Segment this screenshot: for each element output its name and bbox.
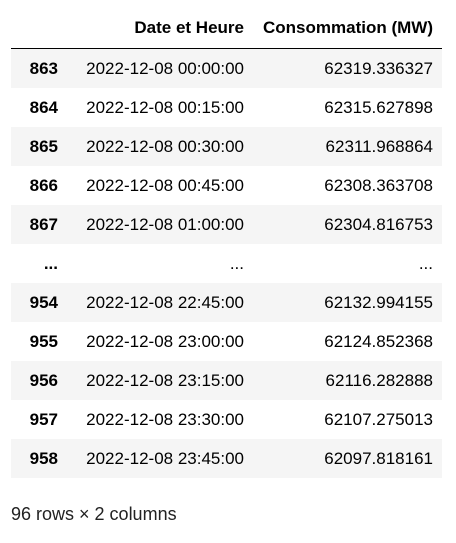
- table-row: 864 2022-12-08 00:15:00 62315.627898: [11, 88, 442, 127]
- cell-date: 2022-12-08 23:15:00: [86, 370, 244, 390]
- header-row: Date et Heure Consommation (MW): [11, 8, 442, 49]
- cell-date: 2022-12-08 00:00:00: [86, 58, 244, 78]
- table-row: 957 2022-12-08 23:30:00 62107.275013: [11, 400, 442, 439]
- table-row: 956 2022-12-08 23:15:00 62116.282888: [11, 361, 442, 400]
- cell-consumption: 62315.627898: [324, 97, 433, 117]
- row-index: 954: [29, 292, 58, 312]
- table-row: 866 2022-12-08 00:45:00 62308.363708: [11, 166, 442, 205]
- table-header: Date et Heure Consommation (MW): [11, 8, 442, 49]
- cell-consumption: 62124.852368: [324, 331, 433, 351]
- table-row-ellipsis: ... ... ...: [11, 244, 442, 283]
- cell-consumption: 62132.994155: [324, 292, 433, 312]
- row-index: 866: [29, 175, 58, 195]
- cell-consumption: 62107.275013: [324, 409, 433, 429]
- table-row: 955 2022-12-08 23:00:00 62124.852368: [11, 322, 442, 361]
- cell-date: 2022-12-08 00:45:00: [86, 175, 244, 195]
- row-index: 955: [29, 331, 58, 351]
- index-header: [11, 8, 67, 49]
- cell-date: 2022-12-08 00:15:00: [86, 97, 244, 117]
- row-index: 864: [29, 97, 58, 117]
- cell-date: ...: [229, 253, 244, 273]
- cell-date: 2022-12-08 23:00:00: [86, 331, 244, 351]
- dataframe-shape-label: 96 rows × 2 columns: [11, 504, 177, 524]
- table-body: 863 2022-12-08 00:00:00 62319.336327 864…: [11, 48, 442, 478]
- table-row: 865 2022-12-08 00:30:00 62311.968864: [11, 127, 442, 166]
- cell-consumption: 62097.818161: [324, 448, 433, 468]
- cell-date: 2022-12-08 22:45:00: [86, 292, 244, 312]
- dataframe-output: Date et Heure Consommation (MW) 863 2022…: [11, 8, 442, 478]
- row-index: 957: [29, 409, 58, 429]
- column-header-date: Date et Heure: [67, 8, 253, 49]
- column-header-consumption: Consommation (MW): [253, 8, 442, 49]
- cell-consumption: 62116.282888: [325, 370, 433, 390]
- cell-consumption: 62319.336327: [324, 58, 433, 78]
- row-index: 863: [29, 58, 58, 78]
- cell-date: 2022-12-08 23:45:00: [86, 448, 244, 468]
- cell-consumption: 62308.363708: [324, 175, 433, 195]
- cell-consumption: 62304.816753: [324, 214, 433, 234]
- row-index: 958: [29, 448, 58, 468]
- cell-consumption: ...: [418, 253, 433, 273]
- table-row: 958 2022-12-08 23:45:00 62097.818161: [11, 439, 442, 478]
- cell-date: 2022-12-08 23:30:00: [86, 409, 244, 429]
- cell-consumption: 62311.968864: [325, 136, 433, 156]
- table-row: 867 2022-12-08 01:00:00 62304.816753: [11, 205, 442, 244]
- dataframe-table: Date et Heure Consommation (MW) 863 2022…: [11, 8, 442, 478]
- table-row: 863 2022-12-08 00:00:00 62319.336327: [11, 48, 442, 88]
- row-index: ...: [43, 253, 58, 273]
- table-row: 954 2022-12-08 22:45:00 62132.994155: [11, 283, 442, 322]
- cell-date: 2022-12-08 01:00:00: [86, 214, 244, 234]
- row-index: 867: [29, 214, 58, 234]
- row-index: 956: [29, 370, 58, 390]
- row-index: 865: [29, 136, 58, 156]
- cell-date: 2022-12-08 00:30:00: [86, 136, 244, 156]
